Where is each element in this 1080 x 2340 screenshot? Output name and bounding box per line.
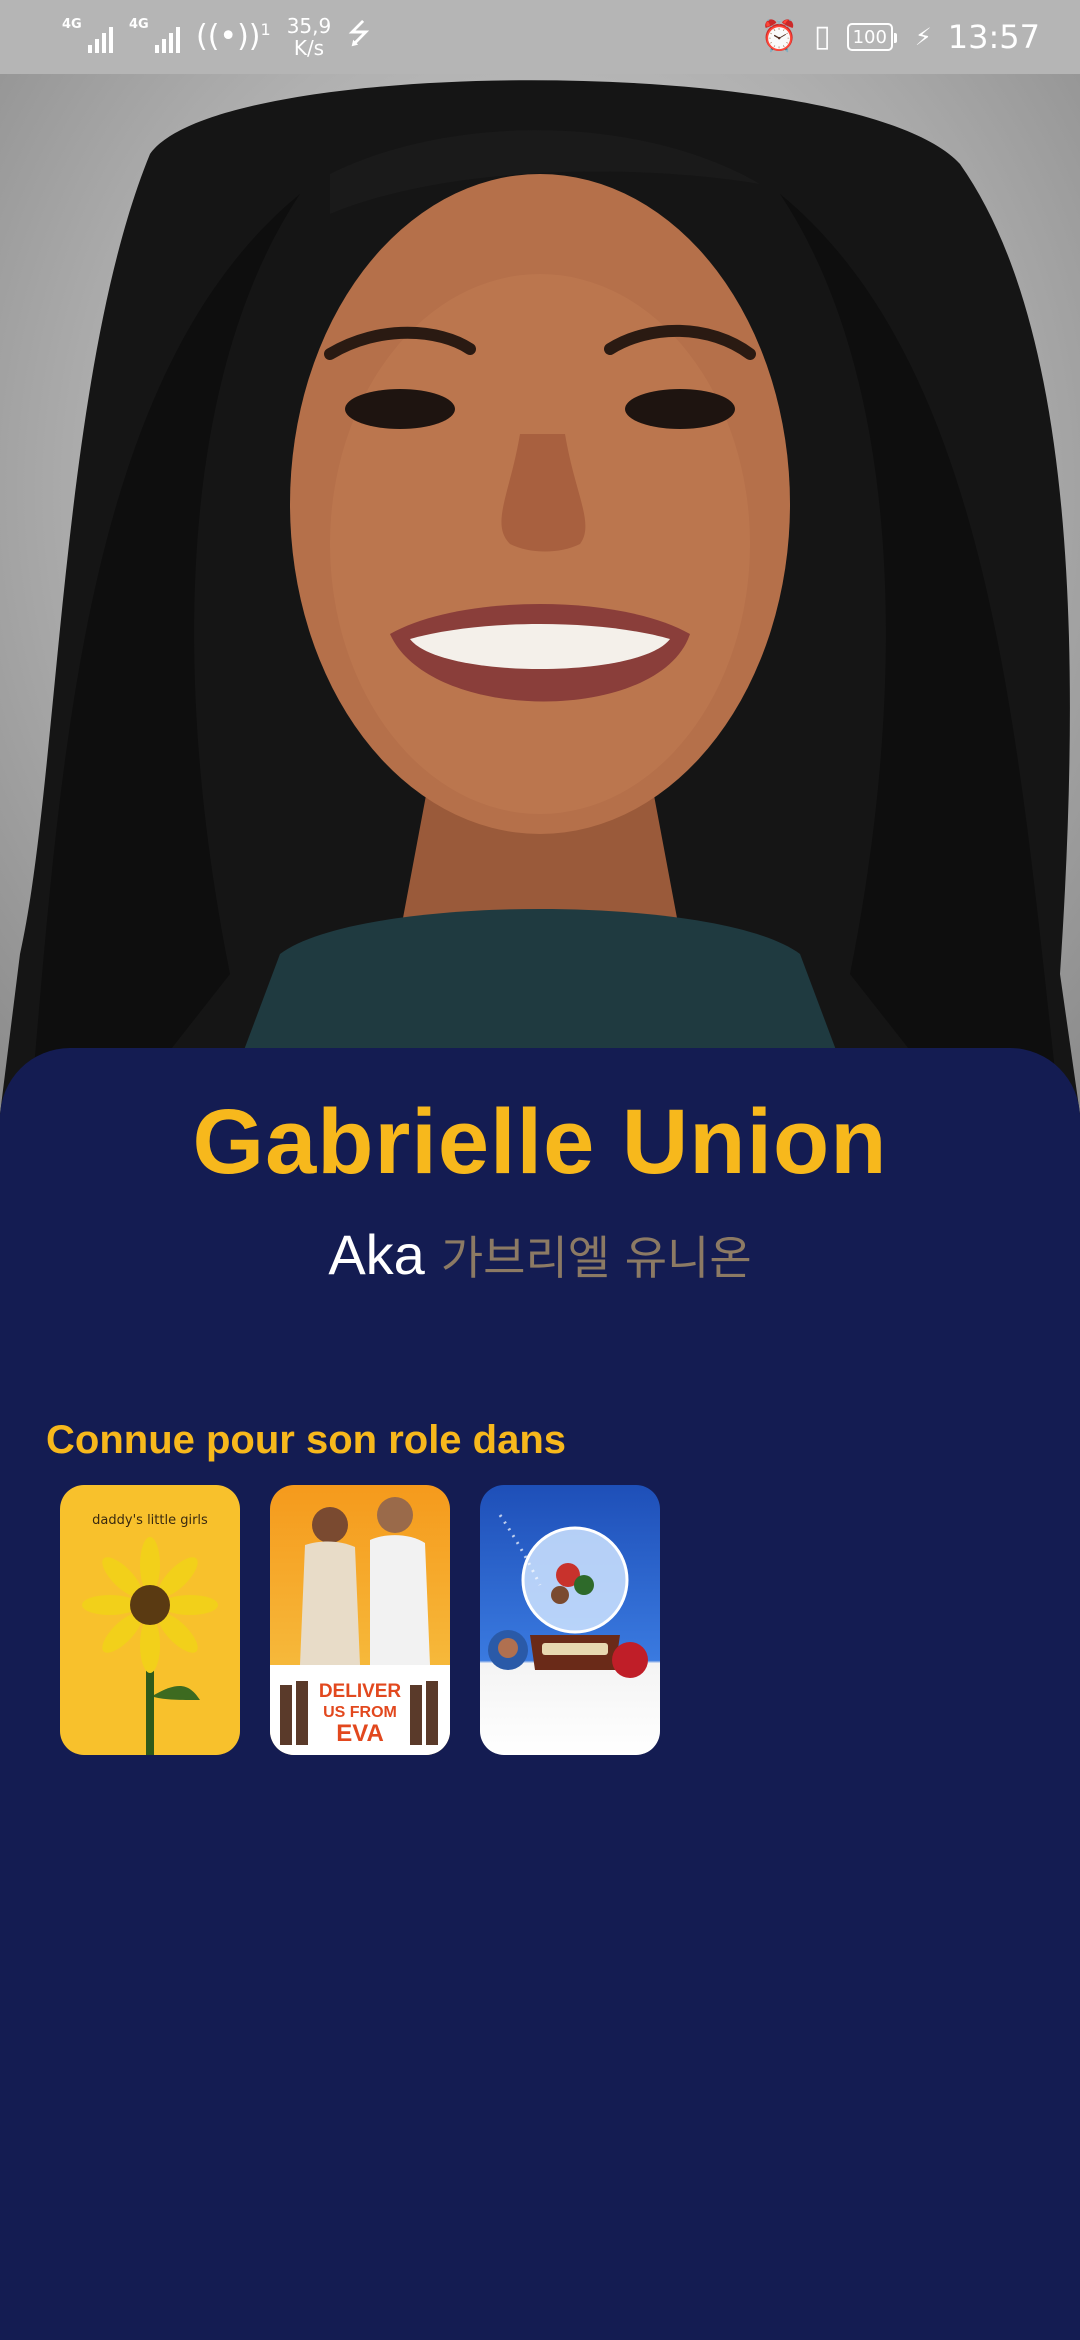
movie-poster[interactable]: daddy's little girls (60, 1485, 240, 1755)
alarm-icon: ⏰ (760, 19, 799, 54)
person-name: Gabrielle Union (192, 1091, 888, 1193)
svg-text:EVA: EVA (336, 1720, 384, 1747)
known-for-list: daddy's little girls DELIVER US FROM EVA (60, 1485, 660, 1755)
signal-icon-2: 4G (129, 17, 180, 53)
battery-level: 100 (852, 26, 887, 48)
network-type-label-2: 4G (129, 17, 149, 32)
usb-icon: ⭍ (347, 17, 371, 50)
svg-text:US FROM: US FROM (323, 1704, 397, 1721)
network-speed: 35,9 K/s (287, 15, 332, 59)
deliver-us-from-eva-poster-art: DELIVER US FROM EVA (270, 1485, 450, 1755)
hotspot-count: 1 (260, 20, 271, 39)
aka-label: Aka (328, 1223, 425, 1286)
svg-text:DELIVER: DELIVER (319, 1681, 402, 1702)
speed-unit: K/s (293, 36, 325, 60)
poster-caption: daddy's little girls (92, 1513, 208, 1528)
hotspot-icon: ((•))1 (196, 19, 271, 54)
clock: 13:57 (947, 18, 1040, 56)
charging-icon: ⚡ (914, 23, 932, 51)
aka-row: Aka 가브리엘 유니온 (0, 1222, 1080, 1288)
portrait-illustration (0, 80, 1080, 1114)
movie-poster[interactable]: DELIVER US FROM EVA (270, 1485, 450, 1755)
status-bar: 4G 4G ((•))1 35,9 K/s ⭍ ⏰ ▯ 100 ⚡ 13:57 (0, 0, 1080, 74)
speed-value: 35,9 (286, 14, 332, 38)
signal-icon: 4G (62, 17, 113, 53)
known-for-title: Connue pour son role dans (46, 1418, 567, 1462)
snow-globe-poster-art (480, 1485, 660, 1755)
battery-icon: 100 (846, 23, 898, 51)
aka-name: 가브리엘 유니온 (440, 1231, 752, 1285)
vibrate-icon: ▯ (814, 19, 831, 54)
movie-poster[interactable] (480, 1485, 660, 1755)
status-left: 4G 4G ((•))1 35,9 K/s ⭍ (62, 13, 371, 61)
status-right: ⏰ ▯ 100 ⚡ 13:57 (761, 18, 1040, 56)
profile-photo (0, 74, 1080, 1114)
network-type-label: 4G (62, 17, 82, 32)
